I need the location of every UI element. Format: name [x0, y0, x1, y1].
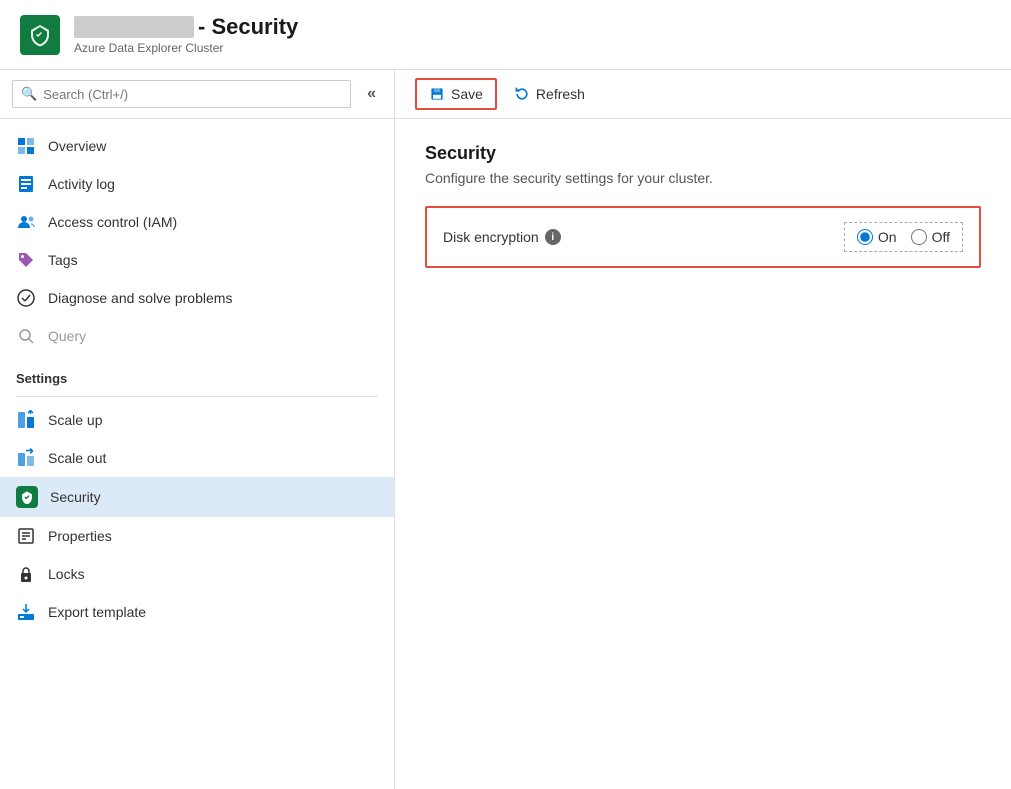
content-area: Save Refresh Security Configure the secu…	[395, 70, 1011, 789]
sidebar-item-access-control[interactable]: Access control (IAM)	[0, 203, 394, 241]
tags-icon	[16, 250, 36, 270]
header-title-block: - Security Azure Data Explorer Cluster	[74, 14, 298, 54]
refresh-label: Refresh	[536, 86, 585, 102]
sidebar-item-scale-up[interactable]: Scale up	[0, 401, 394, 439]
sidebar-item-label: Query	[48, 328, 86, 344]
on-label: On	[878, 229, 897, 245]
activity-log-icon	[16, 174, 36, 194]
sidebar-item-locks[interactable]: Locks	[0, 555, 394, 593]
sidebar-item-label: Export template	[48, 604, 146, 620]
sidebar-search-box[interactable]: 🔍	[12, 80, 351, 108]
header-subtitle: Azure Data Explorer Cluster	[74, 41, 298, 55]
sidebar-item-query: Query	[0, 317, 394, 355]
overview-icon	[16, 136, 36, 156]
save-button[interactable]: Save	[415, 78, 497, 110]
sidebar-item-export-template[interactable]: Export template	[0, 593, 394, 631]
sidebar-item-label: Activity log	[48, 176, 115, 192]
section-desc: Configure the security settings for your…	[425, 170, 981, 186]
sidebar-item-label: Overview	[48, 138, 106, 154]
sidebar-item-label: Scale up	[48, 412, 102, 428]
diagnose-icon	[16, 288, 36, 308]
sidebar-item-scale-out[interactable]: Scale out	[0, 439, 394, 477]
info-icon[interactable]: i	[545, 229, 561, 245]
sidebar-item-label: Tags	[48, 252, 78, 268]
search-input[interactable]	[43, 87, 342, 102]
collapse-button[interactable]: «	[361, 83, 382, 105]
header-title: - Security	[198, 14, 298, 40]
security-icon	[16, 486, 38, 508]
disk-encryption-off-radio[interactable]	[911, 229, 927, 245]
disk-encryption-toggle: On Off	[844, 222, 963, 252]
section-title: Security	[425, 143, 981, 164]
disk-encryption-text: Disk encryption	[443, 229, 539, 245]
disk-encryption-label: Disk encryption i	[443, 229, 844, 245]
section-divider	[16, 396, 378, 397]
export-icon	[16, 602, 36, 622]
cluster-name-blurred	[74, 16, 194, 38]
properties-icon	[16, 526, 36, 546]
sidebar-item-label: Scale out	[48, 450, 106, 466]
sidebar-item-tags[interactable]: Tags	[0, 241, 394, 279]
sidebar-item-activity-log[interactable]: Activity log	[0, 165, 394, 203]
sidebar-item-label: Security	[50, 489, 101, 505]
scale-up-icon	[16, 410, 36, 430]
sidebar-item-properties[interactable]: Properties	[0, 517, 394, 555]
app-icon	[20, 15, 60, 55]
save-label: Save	[451, 86, 483, 102]
toolbar: Save Refresh	[395, 70, 1011, 119]
sidebar-item-overview[interactable]: Overview	[0, 127, 394, 165]
search-icon: 🔍	[21, 86, 37, 102]
off-label: Off	[932, 229, 950, 245]
scale-out-icon	[16, 448, 36, 468]
disk-encryption-on[interactable]: On	[857, 229, 897, 245]
disk-encryption-row: Disk encryption i On Off	[425, 206, 981, 268]
locks-icon	[16, 564, 36, 584]
refresh-icon	[514, 86, 530, 102]
disk-encryption-off[interactable]: Off	[911, 229, 950, 245]
sidebar-item-label: Properties	[48, 528, 112, 544]
sidebar-item-label: Locks	[48, 566, 85, 582]
sidebar: 🔍 « Overview Activity log	[0, 70, 395, 789]
sidebar-item-diagnose[interactable]: Diagnose and solve problems	[0, 279, 394, 317]
header: - Security Azure Data Explorer Cluster	[0, 0, 1011, 70]
sidebar-item-label: Diagnose and solve problems	[48, 290, 232, 306]
sidebar-nav: Overview Activity log Access control (IA…	[0, 119, 394, 639]
sidebar-item-security[interactable]: Security	[0, 477, 394, 517]
settings-section-label: Settings	[0, 355, 394, 392]
sidebar-search-row: 🔍 «	[0, 70, 394, 119]
content-body: Security Configure the security settings…	[395, 119, 1011, 789]
disk-encryption-on-radio[interactable]	[857, 229, 873, 245]
save-icon	[429, 86, 445, 102]
main-layout: 🔍 « Overview Activity log	[0, 70, 1011, 789]
query-icon	[16, 326, 36, 346]
iam-icon	[16, 212, 36, 232]
sidebar-item-label: Access control (IAM)	[48, 214, 177, 230]
refresh-button[interactable]: Refresh	[501, 79, 598, 109]
